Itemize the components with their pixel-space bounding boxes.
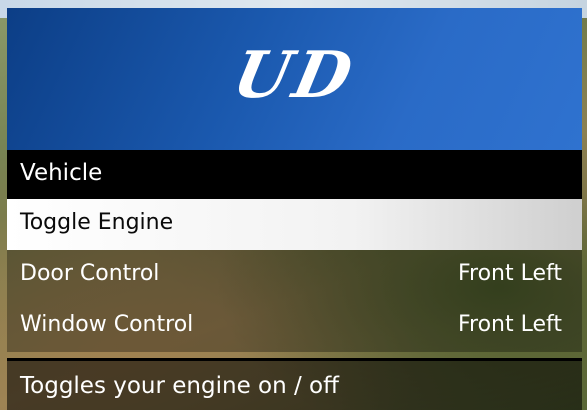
menu-item-value: Front Left bbox=[457, 312, 562, 337]
menu-item-window-control[interactable]: Window Control Front Left bbox=[7, 301, 582, 352]
menu-subtitle: Vehicle bbox=[20, 160, 103, 186]
menu-description: Toggles your engine on / off bbox=[20, 373, 339, 399]
menu-item-door-control[interactable]: Door Control Front Left bbox=[7, 250, 582, 301]
menu-banner: UD bbox=[7, 8, 582, 150]
menu-item-toggle-engine[interactable]: Toggle Engine bbox=[7, 199, 582, 250]
menu-description-bar: Toggles your engine on / off bbox=[7, 358, 582, 410]
game-scene: UD Vehicle Toggle Engine Door Control Fr… bbox=[0, 0, 587, 410]
banner-title: UD bbox=[226, 38, 363, 113]
menu-item-label: Window Control bbox=[20, 312, 194, 337]
menu-subtitle-bar: Vehicle bbox=[7, 150, 582, 199]
vehicle-menu: UD Vehicle Toggle Engine Door Control Fr… bbox=[7, 8, 582, 410]
menu-item-value: Front Left bbox=[457, 261, 562, 286]
menu-item-label: Door Control bbox=[20, 261, 160, 286]
menu-item-label: Toggle Engine bbox=[20, 210, 174, 235]
